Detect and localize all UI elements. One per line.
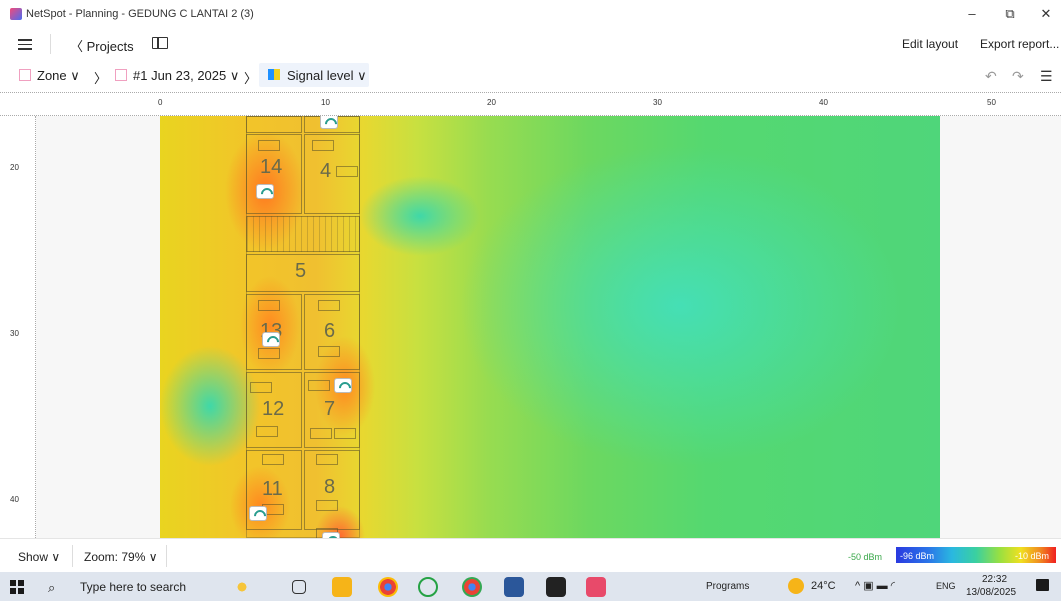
ruler-horizontal: 0 10 20 30 40 50 [0,92,1061,116]
window-title: NetSpot - Planning - GEDUNG C LANTAI 2 (… [26,8,254,20]
ruler-tick-label: 20 [487,98,496,107]
windows-start-icon[interactable] [10,580,24,594]
app-dark-icon[interactable] [546,577,566,597]
room-outlet [258,300,280,311]
ruler-tick-label: 40 [819,98,828,107]
toolbar-divider [50,34,51,54]
zone-icon [19,69,31,81]
room-outlet [262,454,284,465]
room-label: 7 [324,398,336,420]
access-point-wifi-icon[interactable] [249,506,267,521]
redo-icon[interactable]: ↷ [1012,68,1024,85]
whatsapp-icon[interactable] [418,577,438,597]
room-outlet [334,428,356,439]
room-outlet [310,428,332,439]
signal-level-icon [268,69,280,80]
show-dropdown[interactable]: Show ∨ [18,550,60,564]
export-report-button[interactable]: Export report... [980,37,1059,51]
ruler-tick-label: 0 [158,98,163,107]
title-bar: NetSpot - Planning - GEDUNG C LANTAI 2 (… [0,0,1061,28]
room-outlet [336,166,358,177]
projects-back-button[interactable]: 〈 Projects [70,36,134,55]
maximize-button[interactable]: ⧉ [1000,6,1020,22]
room-label: 5 [295,260,307,282]
windows-taskbar: ⌕ Type here to search Programs 24°C ^ ▣ … [0,572,1061,601]
breadcrumb-separator: 〉 [94,71,108,86]
room-outlet [250,382,272,393]
undo-icon[interactable]: ↶ [985,68,997,85]
zoom-dropdown[interactable]: Zoom: 79% ∨ [84,550,157,564]
copilot-sparkle-icon[interactable] [232,577,252,597]
room-outlet [316,500,338,511]
statusbar-divider [166,545,167,567]
search-icon: ⌕ [48,580,56,595]
room-outlet [308,380,330,391]
room-outline [246,116,302,133]
sliders-settings-icon[interactable]: ☰ [1040,68,1053,85]
legend-high-label: -10 dBm [1015,551,1050,561]
system-tray-icons[interactable]: ^ ▣ ▬ ◜ [855,579,895,592]
snapshot-dropdown[interactable]: #1 Jun 23, 2025 ∨ [133,68,239,84]
stairs-area [246,216,360,252]
chrome-icon[interactable] [378,577,398,597]
netspot-taskbar-icon[interactable] [586,577,606,597]
room-label: 8 [324,476,336,498]
file-explorer-icon[interactable] [332,577,352,597]
room-label: 11 [262,478,283,500]
hamburger-menu-icon[interactable] [18,39,32,50]
access-point-wifi-icon[interactable] [256,184,274,199]
zone-dropdown[interactable]: Zone ∨ [37,68,80,84]
access-point-wifi-icon[interactable] [320,116,338,129]
visualization-dropdown[interactable]: Signal level ∨ [287,68,367,84]
ruler-vertical: 20 30 40 [0,116,36,538]
ruler-tick-label: 40 [10,495,19,504]
room-label: 4 [320,160,332,182]
room-outlet [316,454,338,465]
room-outlet [318,346,340,357]
legend-low-label: -96 dBm [900,551,935,561]
room-outlet [318,300,340,311]
task-view-icon[interactable] [292,580,306,594]
ruler-tick-label: 30 [10,329,19,338]
chrome-profile-icon[interactable] [462,577,482,597]
ruler-tick-label: 10 [321,98,330,107]
ruler-tick-label: 50 [987,98,996,107]
minimize-button[interactable]: – [962,6,982,22]
statusbar-divider [72,545,73,567]
room-outlet [258,348,280,359]
status-bar: Show ∨ Zoom: 79% ∨ -50 dBm -96 dBm -10 d… [0,538,1061,572]
clock-date[interactable]: 13/08/2025 [966,587,1016,598]
access-point-wifi-icon[interactable] [334,378,352,393]
weather-temperature[interactable]: 24°C [811,580,836,592]
notification-icon[interactable] [1036,579,1049,591]
room-label: 6 [324,320,336,342]
search-placeholder: Type here to search [80,580,187,594]
netspot-logo-icon [10,8,22,20]
edit-layout-button[interactable]: Edit layout [902,37,958,51]
weather-sun-icon[interactable] [788,578,804,594]
sidebar-toggle-icon[interactable] [152,37,168,49]
ruler-tick-label: 20 [10,163,19,172]
language-indicator[interactable]: ENG [936,581,956,591]
room-label: 14 [260,156,283,178]
breadcrumb: Zone ∨ 〉 #1 Jun 23, 2025 ∨ 〉 Signal leve… [0,60,1061,92]
room-outlet [258,140,280,151]
main-toolbar: 〈 Projects Edit layout Export report... [0,28,1061,60]
snapshot-icon [115,69,127,81]
floor-plan-canvas[interactable]: 14 4 5 13 6 12 7 11 8 [36,116,1061,538]
word-icon[interactable] [504,577,524,597]
legend-min-label: -50 dBm [848,552,883,562]
room-outlet [312,140,334,151]
clock-time[interactable]: 22:32 [982,574,1007,585]
close-button[interactable]: ✕ [1036,6,1056,22]
breadcrumb-separator: 〉 [244,71,258,86]
room-outlet [256,426,278,437]
ruler-tick-label: 30 [653,98,662,107]
programs-toolbar[interactable]: Programs [706,581,749,592]
taskbar-search-input[interactable]: ⌕ Type here to search [48,578,208,596]
room-label: 12 [262,398,285,420]
access-point-wifi-icon[interactable] [262,332,280,347]
